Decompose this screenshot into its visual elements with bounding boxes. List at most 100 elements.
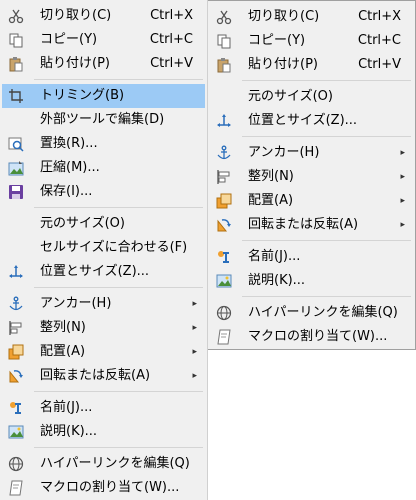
- menu-item-shortcut: Ctrl+X: [150, 8, 193, 23]
- menu-item-edit-hyperlink[interactable]: ハイパーリンクを編集(Q): [210, 301, 413, 325]
- menu-item-label: 元のサイズ(O): [248, 89, 333, 104]
- hyperlink-icon: [8, 456, 24, 472]
- menu-item-shortcut: Ctrl+V: [150, 56, 193, 71]
- align-icon: [216, 169, 232, 185]
- menu-item-label: 整列(N): [248, 169, 294, 184]
- menu-separator: [242, 296, 411, 297]
- menu-item-description[interactable]: 説明(K)...: [210, 269, 413, 293]
- replace-image-icon: [8, 136, 24, 152]
- menu-item-anchor[interactable]: アンカー(H) ▸: [210, 141, 413, 165]
- submenu-arrow-icon: ▸: [192, 347, 197, 357]
- submenu-arrow-icon: ▸: [400, 220, 405, 230]
- copy-icon: [216, 33, 232, 49]
- submenu-arrow-icon: ▸: [192, 299, 197, 309]
- menu-item-align[interactable]: 整列(N) ▸: [2, 316, 205, 340]
- menu-separator: [34, 79, 203, 80]
- menu-item-rotate-flip[interactable]: 回転または反転(A) ▸: [2, 364, 205, 388]
- menu-item-name[interactable]: 名前(J)...: [210, 245, 413, 269]
- menu-item-label: 配置(A): [248, 193, 294, 208]
- position-size-icon: [216, 113, 232, 129]
- submenu-arrow-icon: ▸: [400, 172, 405, 182]
- menu-item-shortcut: Ctrl+C: [357, 33, 401, 48]
- name-icon: [8, 400, 24, 416]
- description-icon: [8, 424, 24, 440]
- menu-item-paste[interactable]: 貼り付け(P) Ctrl+V: [2, 52, 205, 76]
- menu-item-description[interactable]: 説明(K)...: [2, 420, 205, 444]
- menu-item-paste[interactable]: 貼り付け(P) Ctrl+V: [210, 53, 413, 77]
- crop-icon: [8, 88, 24, 104]
- menu-item-save[interactable]: 保存(I)...: [2, 180, 205, 204]
- menu-item-label: 置換(R)...: [40, 136, 98, 151]
- menu-item-label: アンカー(H): [40, 296, 112, 311]
- menu-item-label: ハイパーリンクを編集(Q): [40, 456, 190, 471]
- name-icon: [216, 249, 232, 265]
- menu-item-label: 名前(J)...: [40, 400, 93, 415]
- arrange-icon: [216, 193, 232, 209]
- paste-icon: [8, 56, 24, 72]
- menu-item-label: 説明(K)...: [248, 273, 306, 288]
- menu-item-label: マクロの割り当て(W)...: [248, 329, 388, 344]
- menu-item-label: コピー(Y): [40, 32, 98, 47]
- menu-item-compress[interactable]: 圧縮(M)...: [2, 156, 205, 180]
- menu-item-label: セルサイズに合わせる(F): [40, 240, 188, 255]
- menu-separator: [34, 447, 203, 448]
- menu-item-cut[interactable]: 切り取り(C) Ctrl+X: [210, 5, 413, 29]
- copy-icon: [8, 32, 24, 48]
- menu-item-arrange[interactable]: 配置(A) ▸: [2, 340, 205, 364]
- menu-item-copy[interactable]: コピー(Y) Ctrl+C: [210, 29, 413, 53]
- menu-item-assign-macro[interactable]: マクロの割り当て(W)...: [210, 325, 413, 349]
- rotate-icon: [8, 368, 24, 384]
- macro-icon: [216, 329, 232, 345]
- submenu-arrow-icon: ▸: [192, 371, 197, 381]
- menu-item-fit-cell[interactable]: セルサイズに合わせる(F): [2, 236, 205, 260]
- menu-item-label: 配置(A): [40, 344, 86, 359]
- menu-item-copy[interactable]: コピー(Y) Ctrl+C: [2, 28, 205, 52]
- menu-item-original-size[interactable]: 元のサイズ(O): [2, 212, 205, 236]
- menu-item-label: 貼り付け(P): [248, 57, 318, 72]
- menu-item-shortcut: Ctrl+V: [358, 57, 401, 72]
- menu-separator: [34, 207, 203, 208]
- menu-item-label: コピー(Y): [248, 33, 306, 48]
- menu-item-edit-external[interactable]: 外部ツールで編集(D): [2, 108, 205, 132]
- menu-item-label: アンカー(H): [248, 145, 320, 160]
- menu-item-cut[interactable]: 切り取り(C) Ctrl+X: [2, 4, 205, 28]
- menu-separator: [34, 391, 203, 392]
- menu-item-original-size[interactable]: 元のサイズ(O): [210, 85, 413, 109]
- position-size-icon: [8, 264, 24, 280]
- align-icon: [8, 320, 24, 336]
- menu-item-assign-macro[interactable]: マクロの割り当て(W)...: [2, 476, 205, 500]
- submenu-arrow-icon: ▸: [400, 148, 405, 158]
- menu-item-label: 整列(N): [40, 320, 86, 335]
- menu-item-label: 外部ツールで編集(D): [40, 112, 165, 127]
- menu-item-label: ハイパーリンクを編集(Q): [248, 305, 398, 320]
- menu-item-label: 切り取り(C): [248, 9, 320, 24]
- rotate-icon: [216, 217, 232, 233]
- menu-item-label: 説明(K)...: [40, 424, 98, 439]
- scissors-icon: [216, 9, 232, 25]
- arrange-icon: [8, 344, 24, 360]
- scissors-icon: [8, 8, 24, 24]
- menu-item-label: 保存(I)...: [40, 184, 93, 199]
- macro-icon: [8, 480, 24, 496]
- menu-item-anchor[interactable]: アンカー(H) ▸: [2, 292, 205, 316]
- menu-item-crop[interactable]: トリミング(B): [2, 84, 205, 108]
- menu-item-align[interactable]: 整列(N) ▸: [210, 165, 413, 189]
- save-icon: [8, 184, 24, 200]
- context-menu-right: 切り取り(C) Ctrl+X コピー(Y) Ctrl+C 貼り付け(P) Ctr…: [208, 0, 416, 350]
- menu-item-label: 圧縮(M)...: [40, 160, 100, 175]
- menu-separator: [242, 240, 411, 241]
- menu-item-position-size[interactable]: 位置とサイズ(Z)...: [210, 109, 413, 133]
- menu-item-label: 切り取り(C): [40, 8, 112, 23]
- paste-icon: [216, 57, 232, 73]
- menu-item-rotate-flip[interactable]: 回転または反転(A) ▸: [210, 213, 413, 237]
- menu-item-label: 元のサイズ(O): [40, 216, 125, 231]
- menu-item-label: 名前(J)...: [248, 249, 301, 264]
- menu-item-replace[interactable]: 置換(R)...: [2, 132, 205, 156]
- menu-item-label: 位置とサイズ(Z)...: [40, 264, 150, 279]
- menu-item-position-size[interactable]: 位置とサイズ(Z)...: [2, 260, 205, 284]
- menu-separator: [242, 80, 411, 81]
- menu-item-arrange[interactable]: 配置(A) ▸: [210, 189, 413, 213]
- submenu-arrow-icon: ▸: [192, 323, 197, 333]
- menu-item-edit-hyperlink[interactable]: ハイパーリンクを編集(Q): [2, 452, 205, 476]
- menu-item-name[interactable]: 名前(J)...: [2, 396, 205, 420]
